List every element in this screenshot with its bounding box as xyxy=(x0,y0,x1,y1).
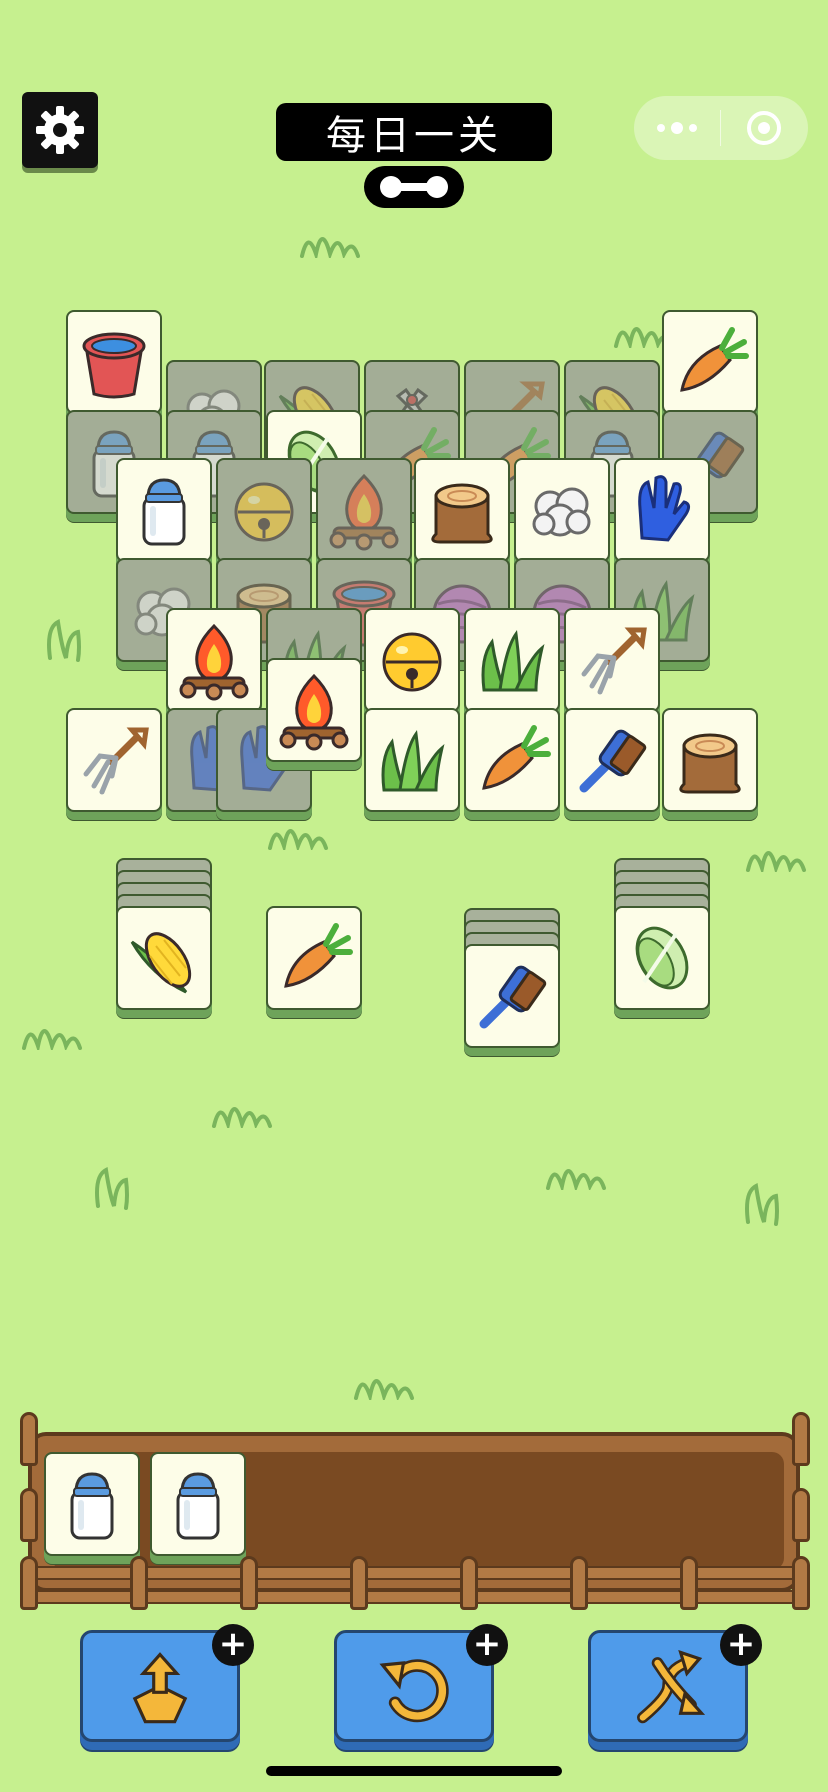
bell-icon xyxy=(222,468,306,552)
tile-grass[interactable] xyxy=(364,708,460,812)
gear-icon xyxy=(36,106,84,154)
tile-brush[interactable] xyxy=(564,708,660,812)
tile-carrot[interactable] xyxy=(662,310,758,414)
shuffle-arrows-icon xyxy=(637,1649,706,1724)
target-circle-icon xyxy=(747,111,781,145)
grass-decoration-icon xyxy=(746,851,806,872)
level-title-text: 每日一关 xyxy=(326,113,502,159)
fence-post xyxy=(792,1412,810,1466)
bell-icon xyxy=(370,618,454,702)
fence-post xyxy=(570,1556,588,1610)
tile-campfire[interactable] xyxy=(266,658,362,762)
fence-post xyxy=(20,1556,38,1610)
grass-icon xyxy=(470,618,554,702)
tile-glove[interactable] xyxy=(614,458,710,562)
undo-arrow-icon xyxy=(379,1659,449,1723)
tile-stump[interactable] xyxy=(414,458,510,562)
tile-pitchfork[interactable] xyxy=(66,708,162,812)
tiles-up-arrow-icon xyxy=(132,1652,188,1724)
mini-program-capsule xyxy=(634,96,808,160)
progress-indicator xyxy=(364,166,464,208)
brush-icon xyxy=(470,954,554,1038)
tray-tile-milk-jar xyxy=(150,1452,246,1556)
tile-campfire[interactable] xyxy=(166,608,262,712)
tile-milk-jar[interactable] xyxy=(116,458,212,562)
pitchfork-icon xyxy=(72,718,156,802)
carrot-icon xyxy=(272,916,356,1000)
fence-post xyxy=(130,1556,148,1610)
carrot-icon xyxy=(668,320,752,404)
tile-cabbage[interactable] xyxy=(614,906,710,1010)
grass-decoration-icon xyxy=(212,1107,272,1128)
fence-post xyxy=(792,1556,810,1610)
tile-bell xyxy=(216,458,312,562)
grass-decoration-icon xyxy=(546,1169,606,1190)
more-menu-button[interactable] xyxy=(634,96,720,160)
campfire-icon xyxy=(272,668,356,752)
cabbage-icon xyxy=(620,916,704,1000)
stump-icon xyxy=(668,718,752,802)
milk-jar-icon xyxy=(50,1462,134,1546)
carrot-icon xyxy=(470,718,554,802)
fence-post xyxy=(20,1412,38,1466)
settings-button[interactable] xyxy=(22,92,98,168)
grass-icon xyxy=(370,718,454,802)
grass-decoration-icon xyxy=(268,829,328,850)
tile-bucket[interactable] xyxy=(66,310,162,414)
grass-decoration-icon xyxy=(95,1166,129,1210)
tray-tile-milk-jar xyxy=(44,1452,140,1556)
grass-decoration-icon xyxy=(745,1182,779,1226)
progress-bone-icon xyxy=(380,176,448,198)
milk-jar-icon xyxy=(122,468,206,552)
fence-post xyxy=(240,1556,258,1610)
level-title: 每日一关 xyxy=(276,103,552,161)
tile-brush[interactable] xyxy=(464,944,560,1048)
fence-post xyxy=(20,1488,38,1542)
tile-corn[interactable] xyxy=(116,906,212,1010)
fence-post xyxy=(350,1556,368,1610)
shuffle-plus-badge[interactable]: + xyxy=(720,1624,762,1666)
campfire-icon xyxy=(172,618,256,702)
pitchfork-icon xyxy=(570,618,654,702)
grass-decoration-icon xyxy=(354,1379,414,1400)
tile-stump[interactable] xyxy=(662,708,758,812)
close-mini-program-button[interactable] xyxy=(721,96,807,160)
undo-plus-badge[interactable]: + xyxy=(466,1624,508,1666)
stump-icon xyxy=(420,468,504,552)
tile-wool[interactable] xyxy=(514,458,610,562)
more-dots-icon xyxy=(657,122,697,134)
tile-carrot[interactable] xyxy=(266,906,362,1010)
fence-post xyxy=(792,1488,810,1542)
grass-decoration-icon xyxy=(300,237,360,258)
fence-post xyxy=(460,1556,478,1610)
glove-icon xyxy=(620,468,704,552)
corn-icon xyxy=(122,916,206,1000)
wool-icon xyxy=(520,468,604,552)
brush-icon xyxy=(570,718,654,802)
move-out-plus-badge[interactable]: + xyxy=(212,1624,254,1666)
tile-grass[interactable] xyxy=(464,608,560,712)
home-indicator xyxy=(266,1766,562,1776)
grass-decoration-icon xyxy=(22,1029,82,1050)
bucket-icon xyxy=(72,320,156,404)
grass-decoration-icon xyxy=(47,618,81,662)
milk-jar-icon xyxy=(156,1462,240,1546)
tile-pitchfork[interactable] xyxy=(564,608,660,712)
tile-carrot[interactable] xyxy=(464,708,560,812)
fence-post xyxy=(680,1556,698,1610)
campfire-icon xyxy=(322,468,406,552)
tile-campfire xyxy=(316,458,412,562)
tile-bell[interactable] xyxy=(364,608,460,712)
